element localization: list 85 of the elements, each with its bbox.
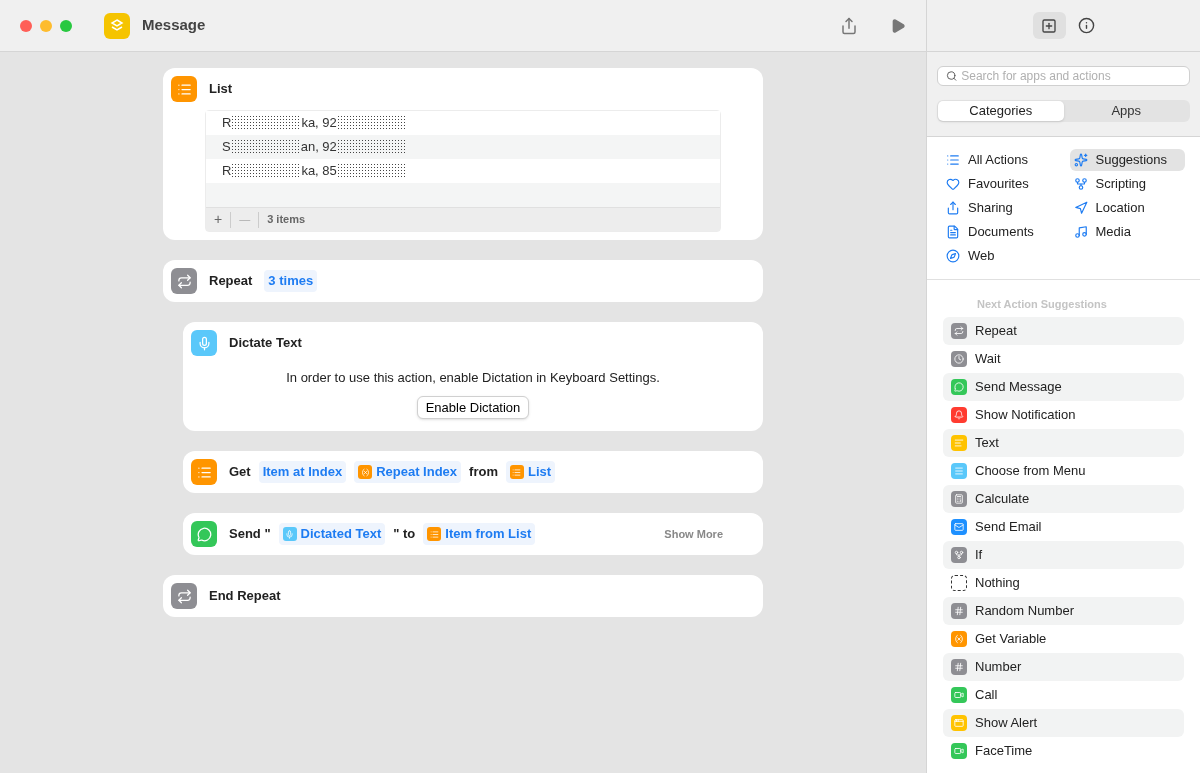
category-item[interactable]: Documents xyxy=(942,221,1058,243)
list-item-text: S xyxy=(222,138,231,157)
token-icon xyxy=(509,465,524,479)
action-title: List xyxy=(209,80,233,99)
suggestion-item[interactable]: Text xyxy=(943,428,1184,457)
action-text: Send " xyxy=(229,525,271,544)
category-item[interactable]: Favourites xyxy=(942,173,1058,195)
suggestion-item[interactable]: Show Notification xyxy=(943,400,1184,429)
suggestion-item[interactable]: Choose from Menu xyxy=(943,456,1184,485)
close-button[interactable] xyxy=(20,19,32,32)
list-icon xyxy=(171,76,197,102)
dictation-message: In order to use this action, enable Dictation in Keyboard Settings. xyxy=(286,369,660,387)
category-item[interactable]: Media xyxy=(1069,221,1185,243)
suggestion-item[interactable]: Send Message xyxy=(943,372,1184,401)
action-title: Repeat xyxy=(209,272,253,291)
segment-tab[interactable]: Apps xyxy=(1063,101,1189,121)
info-icon xyxy=(1077,17,1095,34)
app-icon xyxy=(104,12,130,39)
suggestion-item[interactable]: Send Email xyxy=(943,512,1184,541)
category-item[interactable]: Sharing xyxy=(942,197,1058,219)
list-item-text: R xyxy=(222,114,232,133)
parameter-token[interactable]: Item from List xyxy=(423,523,536,545)
list-item-text: R xyxy=(222,162,232,181)
share-icon xyxy=(840,16,858,35)
list-icon xyxy=(191,459,217,485)
category-icon xyxy=(946,177,960,191)
category-icon xyxy=(1073,153,1088,167)
run-button[interactable] xyxy=(890,17,906,34)
action-text: Get xyxy=(229,463,251,482)
suggestion-item[interactable]: Calculate xyxy=(943,484,1184,513)
action-text: " to xyxy=(393,525,416,544)
suggestion-item[interactable]: Call xyxy=(943,680,1184,709)
category-icon xyxy=(946,249,960,263)
category-item[interactable]: Location xyxy=(1069,197,1185,219)
token-icon xyxy=(358,465,373,479)
category-icon xyxy=(946,201,960,215)
suggestion-item[interactable]: Random Number xyxy=(943,596,1184,625)
list-item-text: ka, 92 xyxy=(301,114,337,133)
category-item[interactable]: All Actions xyxy=(942,149,1058,171)
suggestion-item[interactable]: Nothing xyxy=(943,568,1184,597)
microphone-icon xyxy=(191,330,217,356)
show-more-button[interactable]: Show More xyxy=(664,525,723,543)
action-title: Dictate Text xyxy=(229,334,302,353)
add-button[interactable]: + xyxy=(206,209,231,230)
category-icon xyxy=(946,225,960,239)
parameter-token[interactable]: Item at Index xyxy=(258,461,347,483)
suggestion-item[interactable]: Repeat xyxy=(943,316,1184,345)
item-count: 3 items xyxy=(266,212,307,228)
suggestion-item[interactable]: Wait xyxy=(943,344,1184,373)
library-icon xyxy=(1041,17,1057,34)
category-icon xyxy=(1073,177,1088,191)
suggestion-item[interactable]: Get Variable xyxy=(943,624,1184,653)
repeat-icon xyxy=(171,268,197,294)
category-icon xyxy=(1073,201,1088,215)
action-title: End Repeat xyxy=(209,587,281,606)
list-item-text: ka, 85 xyxy=(301,162,337,181)
action-text: from xyxy=(469,463,498,482)
parameter-token[interactable]: List xyxy=(505,461,556,483)
search-field[interactable]: Search for apps and actions xyxy=(937,66,1190,86)
parameter-token[interactable]: 3 times xyxy=(264,270,318,292)
suggestion-item[interactable]: Show Alert xyxy=(943,708,1184,737)
category-icon xyxy=(946,153,960,167)
enable-dictation-button[interactable]: Enable Dictation xyxy=(416,395,530,419)
category-item[interactable]: Web xyxy=(942,245,1058,267)
library-button[interactable] xyxy=(1032,12,1066,39)
category-item[interactable]: Scripting xyxy=(1069,173,1185,195)
parameter-token[interactable]: Repeat Index xyxy=(354,461,462,483)
message-icon xyxy=(191,521,217,547)
suggestion-item[interactable]: Number xyxy=(943,652,1184,681)
play-icon xyxy=(890,17,906,34)
parameter-token[interactable]: Dictated Text xyxy=(278,523,386,545)
section-heading: Next Action Suggestions xyxy=(976,297,1108,312)
info-button[interactable] xyxy=(1077,17,1095,34)
repeat-icon xyxy=(171,583,197,609)
token-icon xyxy=(427,527,442,541)
category-icon xyxy=(1073,225,1088,239)
suggestion-item[interactable]: If xyxy=(943,540,1184,569)
share-button[interactable] xyxy=(840,16,858,35)
category-item[interactable]: Suggestions xyxy=(1069,149,1185,171)
suggestion-item[interactable]: FaceTime xyxy=(943,736,1184,765)
segment-tab[interactable]: Categories xyxy=(938,101,1064,121)
list-item-text: an, 92 xyxy=(300,138,337,157)
token-icon xyxy=(282,527,297,541)
search-icon xyxy=(946,70,958,82)
window-title: Message xyxy=(142,15,206,36)
